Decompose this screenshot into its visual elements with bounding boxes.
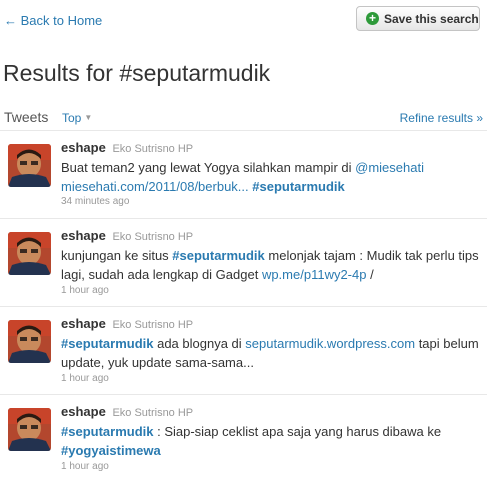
tab-top-label: Top — [62, 111, 82, 125]
username-link[interactable]: eshape — [61, 404, 106, 419]
tweet-text-segment: Buat teman2 yang lewat Yogya silahkan ma… — [61, 160, 356, 175]
url-link[interactable]: wp.me/p11wy2-4p — [262, 267, 367, 282]
hashtag-link[interactable]: #seputarmudik — [61, 336, 153, 351]
tweet-text: kunjungan ke situs #seputarmudik melonja… — [61, 246, 479, 284]
username-link[interactable]: eshape — [61, 228, 106, 243]
avatar[interactable] — [8, 232, 51, 275]
avatar[interactable] — [8, 408, 51, 451]
tweet-text-segment: : Siap-siap ceklist apa saja yang harus … — [153, 424, 442, 439]
tweet-text-segment: kunjungan ke situs — [61, 248, 173, 263]
tweet-text-segment: / — [366, 267, 374, 282]
tweet-item: eshape Eko Sutrisno HP #seputarmudik ada… — [0, 306, 487, 394]
tweet-text-segment: ada blognya di — [153, 336, 246, 351]
save-search-label: Save this search — [384, 11, 479, 26]
tweet-timestamp[interactable]: 1 hour ago — [61, 373, 109, 384]
tweet-header: eshape Eko Sutrisno HP — [61, 316, 193, 331]
tweet-timestamp[interactable]: 1 hour ago — [61, 461, 109, 472]
author-fullname: Eko Sutrisno HP — [112, 231, 194, 243]
tweet-header: eshape Eko Sutrisno HP — [61, 140, 193, 155]
url-link[interactable]: miesehati.com/2011/08/berbuk... — [61, 179, 249, 194]
tweet-item: eshape Eko Sutrisno HP kunjungan ke situ… — [0, 218, 487, 306]
tweet-text: #seputarmudik : Siap-siap ceklist apa sa… — [61, 422, 479, 460]
chevron-down-icon: ▼ — [84, 113, 93, 122]
mention-link[interactable]: @miesehati — [355, 160, 424, 175]
page-title: Results for #seputarmudik — [3, 60, 271, 86]
hashtag-link[interactable]: #yogyaistimewa — [61, 443, 161, 458]
tweet-text: #seputarmudik ada blognya di seputarmudi… — [61, 334, 479, 372]
author-fullname: Eko Sutrisno HP — [112, 319, 194, 331]
hashtag-link[interactable]: #seputarmudik — [172, 248, 264, 263]
results-tabbar: Tweets Top ▼ Refine results » — [4, 108, 486, 126]
url-link[interactable]: seputarmudik.wordpress.com — [245, 336, 415, 351]
hashtag-link[interactable]: #seputarmudik — [252, 179, 344, 194]
author-fullname: Eko Sutrisno HP — [112, 407, 194, 419]
tweet-timestamp[interactable]: 34 minutes ago — [61, 196, 129, 207]
refine-results-link[interactable]: Refine results » — [400, 111, 483, 125]
tweet-item: eshape Eko Sutrisno HP #seputarmudik : S… — [0, 394, 487, 482]
tab-top-dropdown[interactable]: Top ▼ — [62, 111, 92, 125]
save-search-button[interactable]: + Save this search — [356, 6, 480, 31]
plus-circle-icon: + — [366, 12, 379, 25]
hashtag-link[interactable]: #seputarmudik — [61, 424, 153, 439]
avatar[interactable] — [8, 320, 51, 363]
tweet-timestamp[interactable]: 1 hour ago — [61, 285, 109, 296]
tab-tweets[interactable]: Tweets — [4, 109, 48, 125]
author-fullname: Eko Sutrisno HP — [112, 143, 194, 155]
back-to-home-link[interactable]: ← Back to Home — [4, 13, 102, 28]
tweet-item: eshape Eko Sutrisno HP Buat teman2 yang … — [0, 130, 487, 218]
username-link[interactable]: eshape — [61, 140, 106, 155]
tweet-header: eshape Eko Sutrisno HP — [61, 228, 193, 243]
username-link[interactable]: eshape — [61, 316, 106, 331]
tweet-text: Buat teman2 yang lewat Yogya silahkan ma… — [61, 158, 479, 196]
avatar[interactable] — [8, 144, 51, 187]
tweet-header: eshape Eko Sutrisno HP — [61, 404, 193, 419]
